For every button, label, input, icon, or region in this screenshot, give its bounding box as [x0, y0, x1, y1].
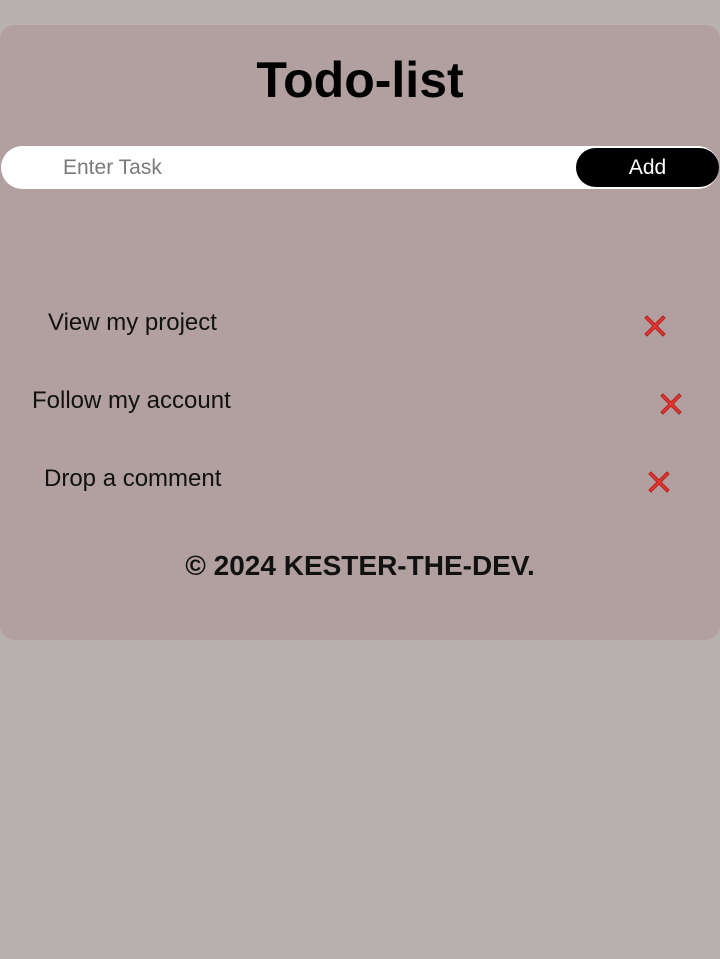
copyright-footer: © 2024 KESTER-THE-DEV. [185, 550, 535, 581]
task-form: Add [1, 146, 719, 189]
add-button[interactable]: Add [576, 148, 719, 187]
page-title: Todo-list [256, 52, 464, 108]
todo-text: Drop a comment [44, 465, 222, 492]
todo-item: Follow my account [0, 381, 720, 421]
task-input[interactable] [49, 146, 569, 189]
delete-x-icon[interactable] [656, 389, 686, 419]
todo-item: Drop a comment [0, 459, 720, 499]
delete-x-icon[interactable] [640, 311, 670, 341]
todo-text: Follow my account [32, 387, 231, 414]
delete-x-icon[interactable] [644, 467, 674, 497]
todo-text: View my project [48, 309, 217, 336]
todo-item: View my project [0, 303, 720, 343]
